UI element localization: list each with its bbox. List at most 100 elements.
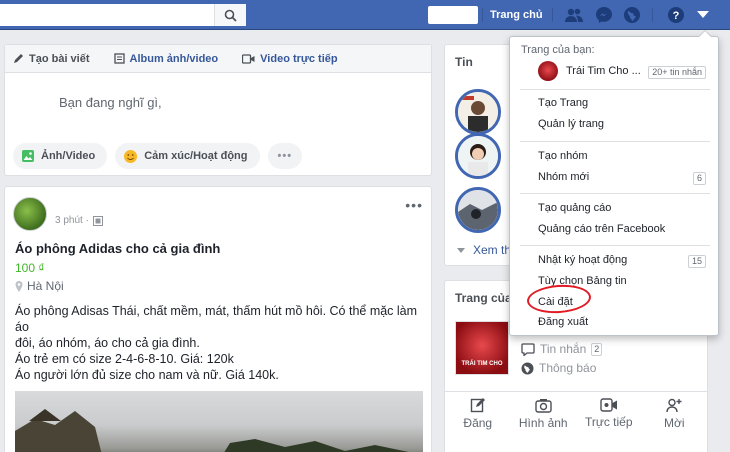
- page-notifications-label: Thông báo: [539, 361, 597, 375]
- composer-actions: Ảnh/Video Cảm xúc/Hoạt động •••: [13, 143, 303, 169]
- divider: [520, 245, 710, 246]
- page-invite-button[interactable]: Mời: [642, 392, 708, 435]
- your-pages-title: Trang của: [455, 291, 512, 305]
- post-text-line: đôi, áo nhóm, áo cho cả gia đình.: [15, 336, 200, 350]
- story-thumbnail[interactable]: [455, 89, 501, 135]
- help-icon[interactable]: ?: [666, 6, 686, 24]
- page-avatar: [538, 61, 558, 81]
- tab-live-video[interactable]: Video trực tiếp: [242, 52, 338, 65]
- friends-icon[interactable]: [564, 6, 584, 24]
- divider: [652, 8, 653, 22]
- feeling-activity-button[interactable]: Cảm xúc/Hoạt động: [115, 143, 260, 169]
- divider: [520, 141, 710, 142]
- pencil-icon: [14, 54, 23, 63]
- page-messages-link[interactable]: Tin nhắn 2: [521, 342, 603, 356]
- story-thumbnail[interactable]: [455, 187, 501, 233]
- avatar: [17, 85, 53, 121]
- messenger-icon[interactable]: [594, 6, 614, 24]
- composer-input[interactable]: Bạn đang nghĩ gì,: [59, 95, 162, 110]
- profile-link[interactable]: [428, 6, 478, 24]
- menu-item-log-out[interactable]: Đăng xuất: [538, 316, 588, 328]
- page-post-button[interactable]: Đăng: [445, 392, 511, 435]
- post-composer: Tạo bài viết Album ảnh/video Video trực …: [4, 44, 432, 176]
- page-post-label: Đăng: [463, 416, 493, 430]
- chevron-down-icon: [457, 248, 465, 253]
- stories-title: Tin: [455, 55, 473, 69]
- camera-icon: [535, 398, 552, 413]
- page-message-badge: 20+ tin nhắn: [648, 66, 706, 79]
- post-time: 3 phút ·: [55, 215, 89, 226]
- divider: [482, 8, 483, 22]
- page-live-button[interactable]: Trực tiếp: [576, 392, 642, 435]
- post-timestamp[interactable]: 3 phút ·: [55, 215, 103, 226]
- your-pages-header: Trang của bạn:: [521, 44, 595, 56]
- post-text: Áo phông Adisas Thái, chất mềm, mát, thấ…: [15, 303, 425, 383]
- photo-video-button[interactable]: Ảnh/Video: [13, 143, 108, 169]
- live-icon: [600, 398, 617, 412]
- search-icon: [224, 9, 237, 22]
- post-options-button[interactable]: •••: [405, 197, 423, 213]
- feeling-activity-label: Cảm xúc/Hoạt động: [144, 150, 248, 162]
- tab-live-video-label: Video trực tiếp: [260, 52, 338, 65]
- menu-item-activity-log[interactable]: Nhật ký hoạt động: [538, 254, 627, 266]
- emoji-icon: [124, 149, 138, 163]
- page-thumbnail-text: TRÁI TIM CHO: [461, 361, 503, 367]
- page-notifications-link[interactable]: Thông báo: [521, 361, 596, 375]
- menu-item-new-groups[interactable]: Nhóm mới: [538, 171, 589, 183]
- edit-icon: [470, 398, 485, 413]
- tab-photo-album[interactable]: Album ảnh/video: [113, 52, 219, 65]
- menu-item-create-ad[interactable]: Tạo quảng cáo: [538, 202, 611, 214]
- page-invite-label: Mời: [663, 415, 685, 430]
- composer-tabs: Tạo bài viết Album ảnh/video Video trực …: [5, 45, 431, 73]
- post-text-line: Áo người lớn đủ size cho nam và nữ. Giá …: [15, 368, 279, 382]
- menu-item-facebook-ads[interactable]: Quảng cáo trên Facebook: [538, 223, 665, 235]
- story-thumbnail[interactable]: [455, 133, 501, 179]
- message-icon: [521, 342, 535, 356]
- tab-create-post[interactable]: Tạo bài viết: [13, 53, 90, 65]
- feed-post: 3 phút · ••• Áo phông Adidas cho cả gia …: [4, 186, 432, 452]
- listing-location: Hà Nội: [15, 279, 64, 293]
- see-more-stories-link[interactable]: Xem th: [473, 243, 511, 257]
- search-input[interactable]: [0, 4, 246, 26]
- dropdown-caret-fill: [699, 31, 711, 37]
- avatar[interactable]: [13, 197, 47, 231]
- photo-scene: [15, 409, 409, 452]
- album-icon: [113, 53, 125, 64]
- listing-title: Áo phông Adidas cho cả gia đình: [15, 241, 221, 256]
- photo-video-label: Ảnh/Video: [41, 150, 96, 162]
- menu-item-create-page[interactable]: Tạo Trang: [538, 97, 588, 109]
- globe-icon: [521, 362, 534, 374]
- more-icon: •••: [277, 150, 293, 162]
- new-groups-count-badge: 6: [692, 172, 706, 185]
- messages-count-badge: 2: [591, 342, 603, 356]
- dropdown-page-item[interactable]: Trái Tim Cho ...: [566, 65, 641, 77]
- page-actions: Đăng Hình ảnh Trực tiếp Mời: [445, 391, 707, 435]
- home-link[interactable]: Trang chủ: [490, 9, 543, 21]
- caret-down-icon[interactable]: [693, 6, 713, 24]
- post-photo[interactable]: [15, 391, 423, 452]
- top-navigation-bar: Trang chủ ?: [0, 0, 730, 30]
- page-thumbnail[interactable]: TRÁI TIM CHO: [455, 321, 509, 375]
- menu-item-create-group[interactable]: Tạo nhóm: [538, 150, 588, 162]
- page-live-label: Trực tiếp: [584, 415, 633, 429]
- post-text-line: Áo trẻ em có size 2-4-6-8-10. Giá: 120k: [15, 352, 234, 366]
- invite-icon: [666, 398, 682, 412]
- activity-log-count-badge: 15: [687, 255, 706, 268]
- listing-price: 100 ₫: [15, 261, 45, 275]
- menu-item-manage-pages[interactable]: Quản lý trang: [538, 118, 604, 130]
- search-button[interactable]: [214, 4, 246, 26]
- svg-text:?: ?: [673, 10, 680, 22]
- globe-icon[interactable]: [622, 6, 642, 24]
- tab-create-post-label: Tạo bài viết: [29, 52, 90, 65]
- page-photo-button[interactable]: Hình ảnh: [511, 392, 577, 435]
- divider: [520, 89, 710, 90]
- divider: [552, 8, 553, 22]
- location-label: Hà Nội: [27, 279, 64, 293]
- more-options-button[interactable]: •••: [267, 143, 303, 169]
- tab-photo-album-label: Album ảnh/video: [129, 52, 219, 65]
- video-icon: [242, 53, 255, 64]
- post-text-line: Áo phông Adisas Thái, chất mềm, mát, thấ…: [15, 304, 418, 334]
- photo-icon: [22, 150, 34, 162]
- location-pin-icon: [15, 280, 23, 292]
- divider: [520, 193, 710, 194]
